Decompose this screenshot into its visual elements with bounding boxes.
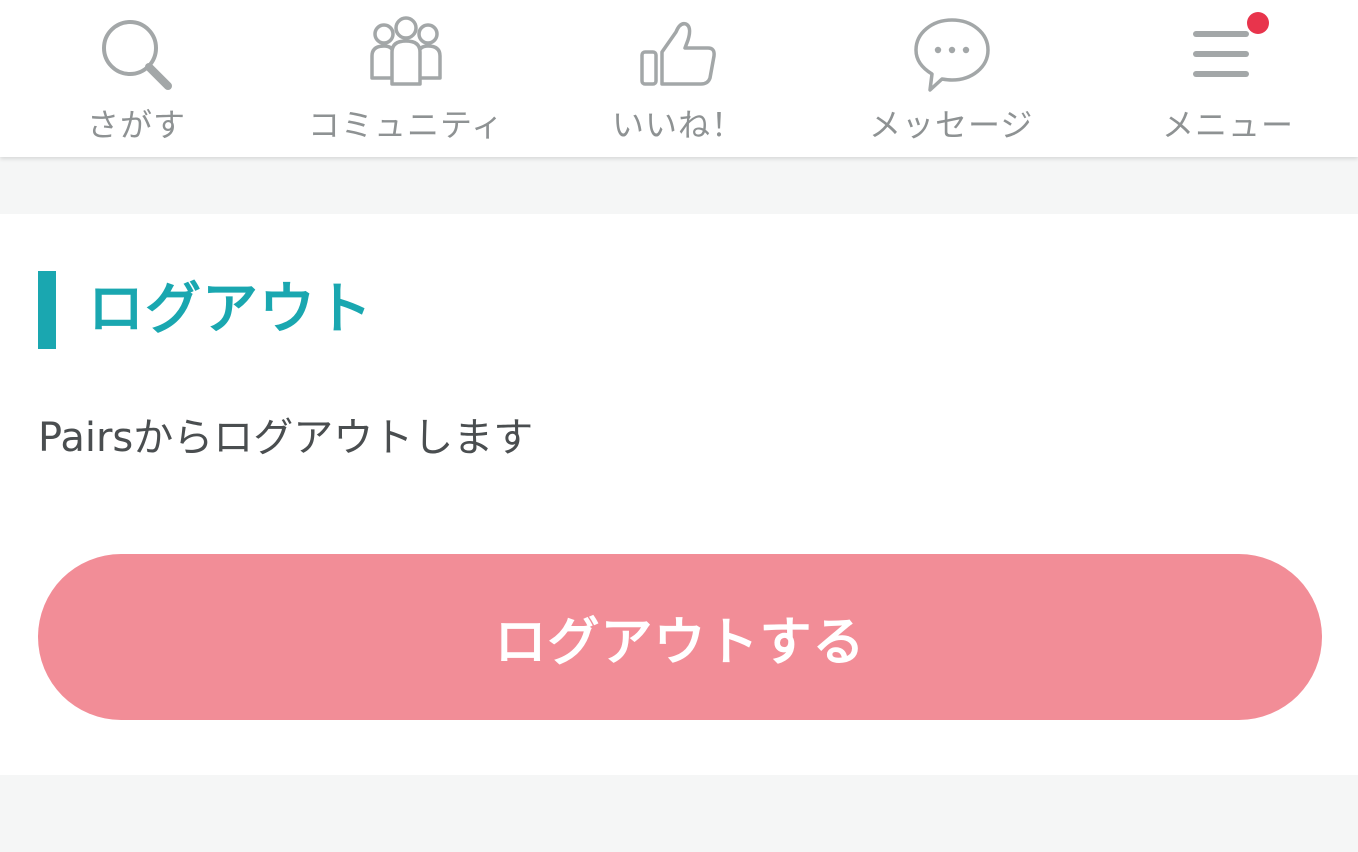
tab-menu[interactable]: メニュー — [1086, 0, 1358, 157]
tab-search[interactable]: さがす — [0, 0, 272, 157]
tab-messages[interactable]: メッセージ — [816, 0, 1086, 157]
section-accent-bar — [38, 271, 56, 349]
tab-community-label: コミュニティ — [308, 106, 505, 144]
search-icon — [96, 14, 176, 94]
thumbs-up-icon — [638, 14, 718, 94]
logout-section: ログアウト Pairsからログアウトします ログアウトする — [0, 214, 1358, 775]
tab-search-label: さがす — [87, 106, 187, 144]
logout-button[interactable]: ログアウトする — [38, 554, 1322, 720]
notification-badge — [1247, 12, 1269, 34]
section-title: ログアウト — [88, 277, 373, 342]
tab-menu-label: メニュー — [1162, 106, 1295, 144]
tab-likes-label: いいね！ — [612, 106, 745, 144]
tab-community[interactable]: コミュニティ — [272, 0, 544, 157]
tab-messages-label: メッセージ — [869, 106, 1034, 144]
logout-description: Pairsからログアウトします — [38, 415, 534, 461]
chat-bubble-icon — [912, 14, 992, 94]
bottom-navigation: さがす コミュニティ いいね！ メッセージ メニュー — [0, 0, 1358, 157]
community-icon — [366, 14, 446, 94]
tab-likes[interactable]: いいね！ — [544, 0, 816, 157]
